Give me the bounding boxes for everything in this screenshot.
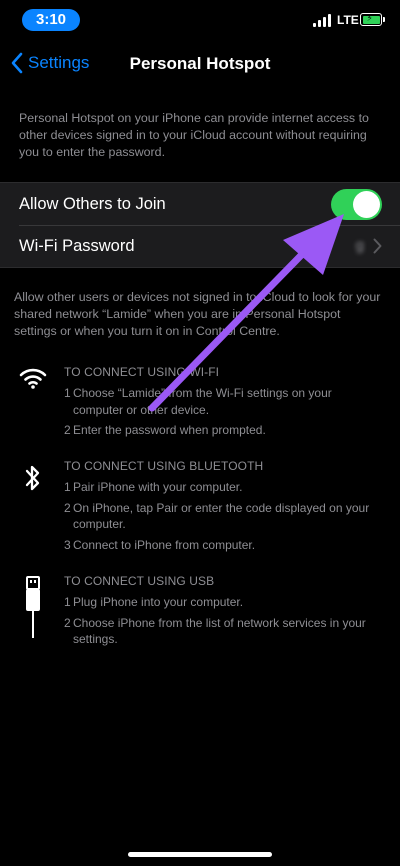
list-item: 3 Connect to iPhone from computer. [64, 537, 256, 552]
allow-others-toggle[interactable] [331, 189, 382, 220]
wifi-password-value: g [355, 237, 364, 254]
network-sharing-note: Allow other users or devices not signed … [14, 290, 381, 338]
chevron-right-icon [373, 238, 382, 254]
bluetooth-heading: TO CONNECT USING BLUETOOTH [64, 459, 264, 473]
navigation-bar: Settings Personal Hotspot [0, 40, 400, 86]
bluetooth-icon [18, 463, 48, 493]
usb-heading: TO CONNECT USING USB [64, 574, 215, 588]
list-item: 1 Plug iPhone into your computer. [64, 595, 244, 609]
wifi-heading: TO CONNECT USING WI-FI [64, 365, 220, 379]
wifi-steps: 1 Choose “Lamide” from the Wi-Fi settings… [64, 385, 384, 443]
list-item: 2 Enter the password when prompted. [64, 423, 266, 437]
wifi-password-row[interactable]: Wi-Fi Password g [0, 225, 400, 267]
intro-description: Personal Hotspot on your iPhone can prov… [19, 111, 369, 159]
list-item: 2 On iPhone, tap Pair or enter the code d… [64, 500, 370, 532]
hotspot-settings-group: Allow Others to Join Wi-Fi Password g [0, 182, 400, 268]
wifi-password-label: Wi-Fi Password [19, 236, 135, 255]
status-bar: 3:10 LTE [0, 0, 400, 40]
page-title: Personal Hotspot [129, 54, 271, 73]
usb-cable-icon [18, 576, 48, 638]
network-type: LTE [337, 13, 359, 27]
status-time: 3:10 [22, 9, 80, 31]
allow-others-label: Allow Others to Join [19, 194, 166, 213]
home-indicator[interactable] [128, 852, 272, 857]
usb-steps: 1 Plug iPhone into your computer. 2 Choose… [64, 594, 384, 652]
list-item: 1 Choose “Lamide” from the Wi-Fi settings… [64, 386, 332, 417]
list-item: 2 Choose iPhone from the list of network … [64, 615, 366, 647]
battery-charging-icon [360, 13, 385, 26]
allow-others-row: Allow Others to Join [0, 183, 400, 225]
list-item: 1 Pair iPhone with your computer. [64, 480, 243, 494]
wifi-icon [18, 367, 48, 389]
cellular-signal-icon [313, 14, 333, 27]
bluetooth-steps: 1 Pair iPhone with your computer. 2 On iPh… [64, 479, 384, 557]
